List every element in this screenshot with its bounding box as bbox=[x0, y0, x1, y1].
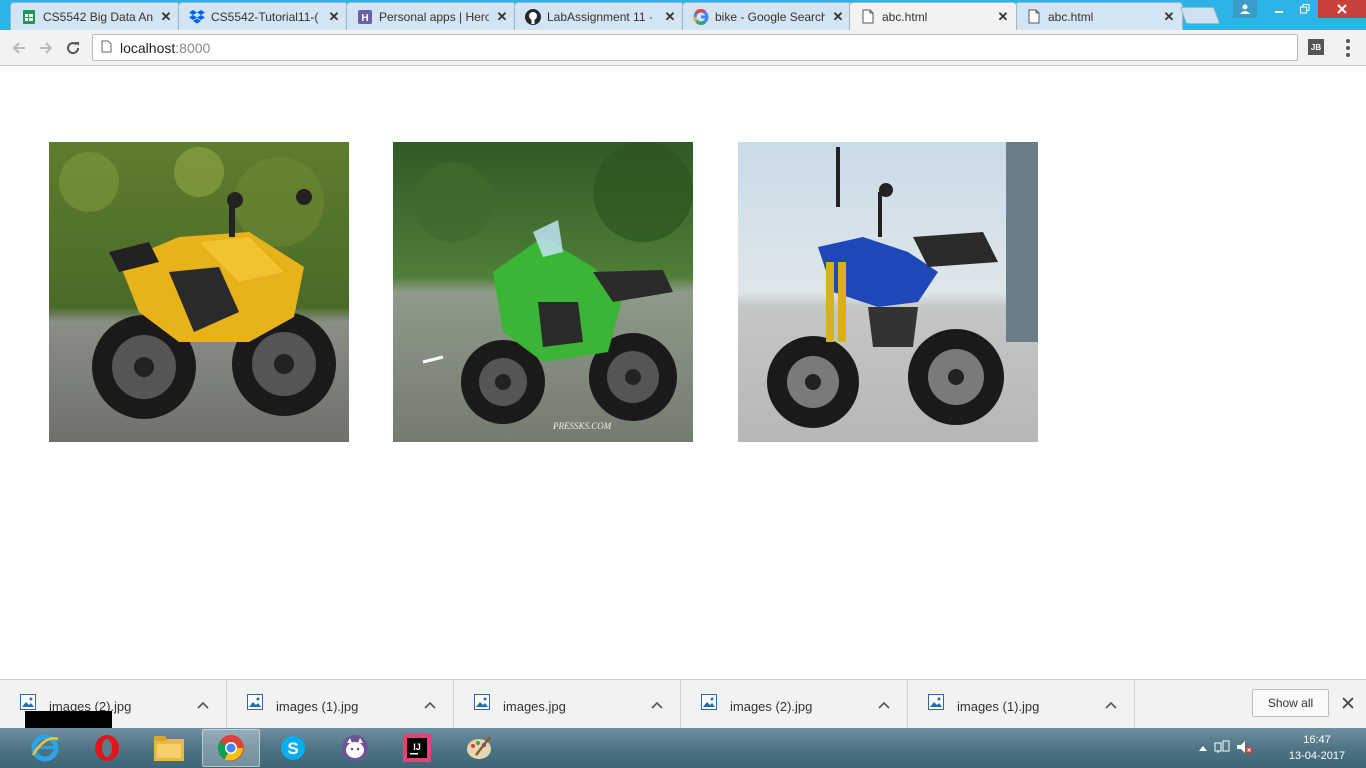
image-file-icon bbox=[474, 693, 490, 710]
dropbox-icon bbox=[189, 9, 205, 25]
restore-button[interactable] bbox=[1292, 0, 1318, 18]
jetbrains-extension-icon[interactable]: JB bbox=[1308, 39, 1324, 55]
tab-heroku[interactable]: H Personal apps | Hero ✕ bbox=[346, 2, 516, 30]
url-port: :8000 bbox=[175, 39, 211, 56]
clock-time: 16:47 bbox=[1303, 734, 1331, 746]
chevron-up-icon[interactable] bbox=[423, 701, 437, 709]
tab-github-lab[interactable]: LabAssignment 11 · ✕ bbox=[514, 2, 684, 30]
internet-explorer-icon[interactable] bbox=[16, 729, 74, 767]
close-icon[interactable]: ✕ bbox=[996, 9, 1010, 24]
download-item[interactable]: images (1).jpg bbox=[908, 680, 1135, 729]
close-icon[interactable] bbox=[1339, 694, 1357, 712]
black-overlay-box bbox=[25, 711, 112, 728]
minimize-button[interactable] bbox=[1266, 0, 1292, 18]
close-icon[interactable]: ✕ bbox=[831, 9, 845, 24]
close-icon[interactable]: ✕ bbox=[327, 9, 341, 24]
chevron-up-icon[interactable] bbox=[1198, 741, 1208, 755]
svg-text:S: S bbox=[287, 739, 298, 758]
download-filename: images (1).jpg bbox=[276, 699, 359, 714]
intellij-icon[interactable]: IJ bbox=[388, 729, 446, 767]
chevron-up-icon[interactable] bbox=[1104, 701, 1118, 709]
chevron-up-icon[interactable] bbox=[877, 701, 891, 709]
close-window-button[interactable] bbox=[1318, 0, 1366, 18]
google-icon bbox=[693, 8, 709, 25]
back-arrow-icon[interactable] bbox=[8, 37, 30, 59]
tab-abc-html-active[interactable]: abc.html ✕ bbox=[849, 2, 1017, 30]
tab-cs5542-big-data[interactable]: CS5542 Big Data An ✕ bbox=[10, 2, 180, 30]
bike-image-green: PRESSKS.COM bbox=[393, 142, 693, 442]
tab-title: abc.html bbox=[882, 9, 928, 24]
forward-arrow-icon[interactable] bbox=[35, 37, 57, 59]
volume-muted-icon[interactable] bbox=[1236, 740, 1254, 757]
download-filename: images.jpg bbox=[503, 699, 566, 714]
tab-title: CS5542-Tutorial11-( bbox=[211, 9, 319, 24]
close-icon[interactable]: ✕ bbox=[495, 9, 509, 24]
chevron-up-icon[interactable] bbox=[196, 701, 210, 709]
svg-text:H: H bbox=[361, 13, 368, 24]
tab-strip: CS5542 Big Data An ✕ CS5542-Tutorial11-(… bbox=[0, 0, 1366, 30]
svg-text:PRESSKS.COM: PRESSKS.COM bbox=[552, 421, 612, 431]
windows-taskbar: S IJ 16:47 13-04-2017 bbox=[0, 728, 1366, 768]
show-all-downloads-button[interactable]: Show all bbox=[1252, 689, 1329, 717]
svg-text:IJ: IJ bbox=[413, 742, 421, 752]
new-tab-button[interactable] bbox=[1179, 7, 1221, 24]
tab-title: CS5542 Big Data An bbox=[43, 9, 153, 24]
page-info-icon[interactable] bbox=[101, 40, 112, 56]
page-icon bbox=[1026, 9, 1042, 25]
tab-title: Personal apps | Hero bbox=[379, 9, 489, 24]
clock-date: 13-04-2017 bbox=[1288, 750, 1346, 762]
heroku-icon: H bbox=[357, 9, 373, 25]
url-text: localhost:8000 bbox=[120, 40, 210, 56]
browser-toolbar: localhost:8000 JB bbox=[0, 30, 1366, 66]
download-filename: images (2).jpg bbox=[730, 699, 813, 714]
opera-icon[interactable] bbox=[78, 729, 136, 767]
close-icon[interactable]: ✕ bbox=[663, 9, 677, 24]
file-explorer-icon[interactable] bbox=[140, 729, 198, 767]
image-file-icon bbox=[20, 693, 36, 710]
chrome-icon[interactable] bbox=[202, 729, 260, 767]
download-item[interactable]: images.jpg bbox=[454, 680, 681, 729]
chrome-menu-icon[interactable] bbox=[1340, 37, 1356, 59]
close-icon[interactable]: ✕ bbox=[159, 9, 173, 24]
github-icon bbox=[525, 8, 541, 25]
bike-image-yellow bbox=[49, 142, 349, 442]
close-icon[interactable]: ✕ bbox=[1162, 9, 1176, 24]
network-icon[interactable] bbox=[1214, 740, 1230, 757]
tab-cs5542-tutorial[interactable]: CS5542-Tutorial11-( ✕ bbox=[178, 2, 348, 30]
url-host: localhost bbox=[120, 39, 176, 56]
address-bar[interactable]: localhost:8000 bbox=[92, 34, 1298, 61]
bike-image-blue bbox=[738, 142, 1038, 442]
image-file-icon bbox=[247, 693, 263, 710]
tab-abc-html[interactable]: abc.html ✕ bbox=[1015, 2, 1183, 30]
tab-google-search[interactable]: bike - Google Search ✕ bbox=[682, 2, 852, 30]
user-profile-icon[interactable] bbox=[1233, 0, 1257, 18]
extension-label: JB bbox=[1310, 42, 1322, 52]
download-shelf: images (2).jpg images (1).jpg images.jpg… bbox=[0, 679, 1366, 729]
tab-title: LabAssignment 11 · bbox=[547, 9, 653, 24]
page-icon bbox=[860, 9, 876, 25]
system-tray bbox=[1198, 728, 1254, 768]
page-content: PRESSKS.COM bbox=[0, 67, 1366, 679]
paint-icon[interactable] bbox=[450, 729, 508, 767]
tab-title: bike - Google Search bbox=[715, 9, 825, 24]
image-file-icon bbox=[701, 693, 717, 710]
skype-icon[interactable]: S bbox=[264, 729, 322, 767]
download-item[interactable]: images (2).jpg bbox=[681, 680, 908, 729]
download-filename: images (1).jpg bbox=[957, 699, 1040, 714]
taskbar-clock[interactable]: 16:47 13-04-2017 bbox=[1280, 732, 1354, 764]
download-item[interactable]: images (1).jpg bbox=[227, 680, 454, 729]
github-desktop-icon[interactable] bbox=[326, 729, 384, 767]
tab-title: abc.html bbox=[1048, 9, 1094, 24]
image-file-icon bbox=[928, 693, 944, 710]
chevron-up-icon[interactable] bbox=[650, 701, 664, 709]
reload-icon[interactable] bbox=[62, 37, 84, 59]
google-sheets-icon bbox=[21, 9, 37, 25]
